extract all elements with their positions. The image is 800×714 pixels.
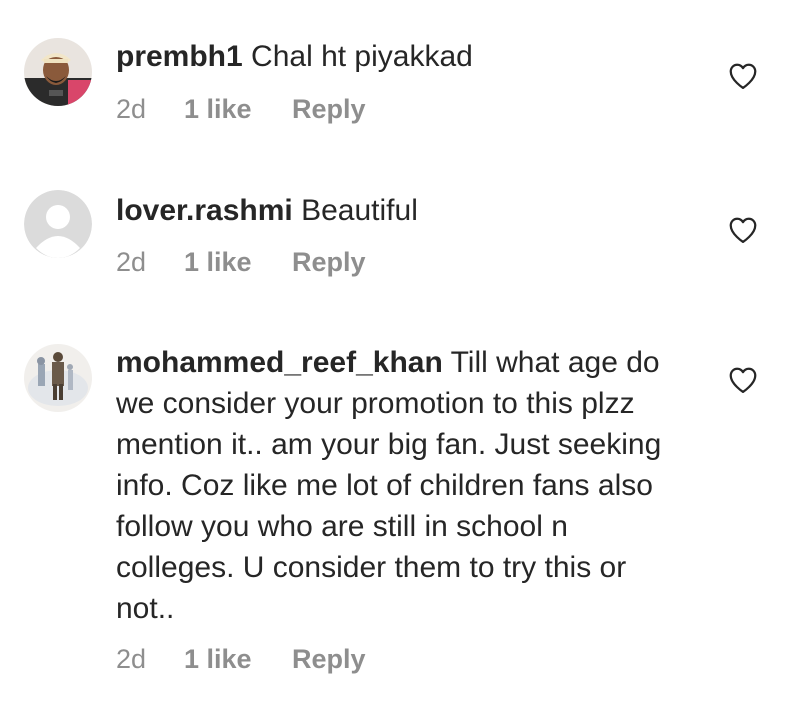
comment-meta: 2d 1 like Reply bbox=[116, 94, 366, 125]
like-heart-icon[interactable] bbox=[728, 366, 758, 394]
comment-meta: 2d 1 like Reply bbox=[116, 247, 366, 278]
avatar[interactable] bbox=[24, 38, 92, 106]
comment-body: Beautiful bbox=[301, 194, 418, 227]
avatar[interactable] bbox=[24, 344, 92, 412]
comment-text: mohammed_reef_khan Till what age do we c… bbox=[116, 342, 676, 629]
comment-likes[interactable]: 1 like bbox=[184, 247, 292, 278]
reply-button[interactable]: Reply bbox=[292, 94, 366, 125]
comment-username[interactable]: lover.rashmi bbox=[116, 194, 293, 227]
like-heart-icon[interactable] bbox=[728, 216, 758, 244]
reply-button[interactable]: Reply bbox=[292, 247, 366, 278]
comment-likes[interactable]: 1 like bbox=[184, 644, 292, 675]
reply-button[interactable]: Reply bbox=[292, 644, 366, 675]
comment-item: lover.rashmi Beautiful 2d 1 like Reply bbox=[0, 150, 800, 310]
comment-time[interactable]: 2d bbox=[116, 247, 184, 278]
comment-likes[interactable]: 1 like bbox=[184, 94, 292, 125]
comment-item: prembh1 Chal ht piyakkad 2d 1 like Reply bbox=[0, 0, 800, 150]
comment-item: mohammed_reef_khan Till what age do we c… bbox=[0, 310, 800, 714]
comment-username[interactable]: prembh1 bbox=[116, 40, 243, 73]
like-heart-icon[interactable] bbox=[728, 62, 758, 90]
comment-time[interactable]: 2d bbox=[116, 94, 184, 125]
comment-body: Chal ht piyakkad bbox=[251, 40, 473, 73]
comment-time[interactable]: 2d bbox=[116, 644, 184, 675]
avatar[interactable] bbox=[24, 190, 92, 258]
comment-text: lover.rashmi Beautiful bbox=[116, 190, 676, 231]
comment-username[interactable]: mohammed_reef_khan bbox=[116, 346, 443, 379]
comment-meta: 2d 1 like Reply bbox=[116, 644, 366, 675]
comment-text: prembh1 Chal ht piyakkad bbox=[116, 36, 676, 77]
comment-body: Till what age do we consider your promot… bbox=[116, 346, 662, 625]
